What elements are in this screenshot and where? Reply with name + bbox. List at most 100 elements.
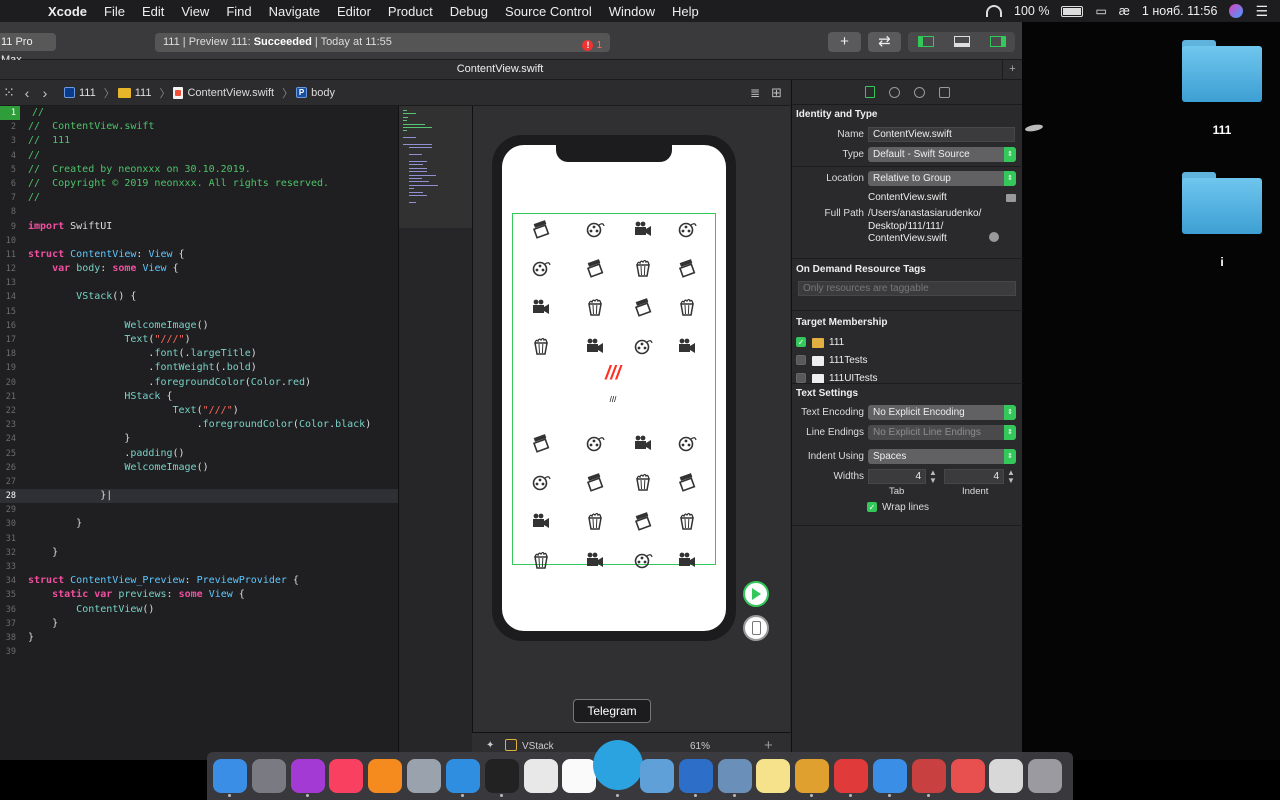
code-line[interactable]: 32 } [0,546,398,560]
library-button[interactable]: + [828,32,861,52]
code-line[interactable]: 14 VStack() { [0,290,398,304]
wifi-icon[interactable] [986,5,1002,17]
file-inspector-tab-icon[interactable] [864,86,875,98]
dock-ia-writer-icon[interactable] [562,759,597,793]
indent-using-popup[interactable]: Spaces ⇕ [868,449,1016,464]
code-line[interactable]: 12 var body: some View { [0,262,398,276]
dock-virtualbox-icon[interactable] [717,759,752,793]
notification-center-icon[interactable]: ☰ [1255,3,1268,20]
dock-finder-icon[interactable] [213,759,247,793]
back-icon[interactable]: ‹ [18,85,36,101]
navigator-toggle-icon[interactable] [918,36,934,47]
code-line[interactable]: 1 // [0,106,398,121]
name-field[interactable]: ContentView.swift [868,127,1015,142]
siri-icon[interactable] [1229,4,1244,18]
code-line[interactable]: 9 import SwiftUI [0,220,398,234]
desktop-folder-i[interactable] [1182,172,1262,234]
breadcrumb-group[interactable]: 111 [117,87,151,99]
code-line[interactable]: 4 // [0,149,398,163]
code-line[interactable]: 39 [0,645,398,659]
related-items-icon[interactable]: ⁙ [0,84,18,101]
scheme-device-selector[interactable]: 11 Pro Max [0,33,56,66]
dock-automator-icon[interactable] [407,759,442,793]
target-checkbox[interactable] [796,355,806,365]
tab-width-stepper[interactable]: ▲ ▼ [929,469,937,485]
dock-podcasts-icon[interactable] [290,759,325,793]
dock-xcode-icon[interactable] [445,759,480,793]
code-line[interactable]: 10 [0,234,398,248]
encoding-popup[interactable]: No Explicit Encoding ⇕ [868,405,1016,420]
dock-postman-icon[interactable] [911,759,946,793]
code-line[interactable]: 5 // Created by neonxxx on 30.10.2019. [0,163,398,177]
forward-icon[interactable]: › [36,85,54,101]
line-endings-popup[interactable]: No Explicit Line Endings ⇕ [868,425,1016,440]
clock[interactable]: 1 нояб. 11:56 [1142,4,1218,18]
live-preview-button[interactable] [743,581,769,607]
dock-preview-app-icon[interactable] [989,759,1024,793]
code-line[interactable]: 11 struct ContentView: View { [0,248,398,262]
code-line[interactable]: 36 ContentView() [0,603,398,617]
dock-things-icon[interactable] [678,759,713,793]
menu-find[interactable]: Find [226,4,251,19]
breadcrumb-symbol[interactable]: Pbody [296,87,335,99]
dock-launchpad-icon[interactable] [251,759,286,793]
menu-navigate[interactable]: Navigate [269,4,320,19]
target-checkbox[interactable] [796,373,806,383]
code-line[interactable]: 27 [0,475,398,489]
airplay-icon[interactable]: ▭ [1095,4,1106,18]
dock-grammarly-icon[interactable] [834,759,869,793]
editor-options-icon[interactable]: ≣ [750,86,760,100]
code-line[interactable]: 24 } [0,432,398,446]
menu-edit[interactable]: Edit [142,4,164,19]
code-line[interactable]: 16 WelcomeImage() [0,319,398,333]
code-line[interactable]: 19 .fontWeight(.bold) [0,361,398,375]
code-line[interactable]: 18 .font(.largeTitle) [0,347,398,361]
input-source[interactable]: æ [1119,4,1130,18]
wrap-lines-checkbox[interactable]: ✓ [867,502,877,512]
pin-icon[interactable]: ✦ [486,740,494,751]
code-line[interactable]: 6 // Copyright © 2019 neonxxx. All rights… [0,177,398,191]
code-line[interactable]: 21 HStack { [0,390,398,404]
code-line[interactable]: 34 struct ContentView_Preview: PreviewPro… [0,574,398,588]
preview-on-device-button[interactable] [743,615,769,641]
menu-help[interactable]: Help [672,4,699,19]
menu-app[interactable]: Xcode [48,4,87,19]
code-line[interactable]: 20 .foregroundColor(Color.red) [0,376,398,390]
indent-width-stepper[interactable]: ▲ ▼ [1007,469,1015,485]
menu-debug[interactable]: Debug [450,4,488,19]
dock-safari-icon[interactable] [872,759,907,793]
error-badge[interactable]: ! 1 [582,36,602,55]
dock-music-icon[interactable] [329,759,364,793]
code-line[interactable]: 30 } [0,517,398,531]
attributes-inspector-tab-icon[interactable] [938,86,950,98]
code-line[interactable]: 33 [0,560,398,574]
battery-icon[interactable] [1061,5,1084,17]
dock-photos-icon[interactable] [950,759,985,793]
dock-notes-icon[interactable] [756,759,791,793]
source-editor[interactable]: 1//2// ContentView.swift 3// 111 4//5// Cr… [0,106,398,760]
preview-screen[interactable]: /// /// [502,145,726,631]
new-tab-button[interactable]: + [1002,60,1022,79]
add-editor-icon[interactable]: ⊞ [771,85,782,101]
debug-area-toggle-icon[interactable] [954,36,970,47]
desktop-folder-111[interactable] [1182,40,1262,102]
indent-width-field[interactable]: 4 [944,469,1004,484]
dock-terminal-icon[interactable] [484,759,519,793]
code-line[interactable]: 7 // [0,191,398,205]
quick-help-tab-icon[interactable] [913,86,925,98]
breadcrumb-file[interactable]: ContentView.swift [173,86,274,99]
reveal-in-finder-icon[interactable] [989,232,999,242]
code-line[interactable]: 28 }| [0,489,398,504]
history-inspector-tab-icon[interactable] [888,86,900,98]
type-popup[interactable]: Default - Swift Source ⇕ [868,147,1016,162]
odr-tags-field[interactable]: Only resources are taggable [798,281,1016,296]
code-line[interactable]: 38} [0,631,398,645]
menu-product[interactable]: Product [388,4,433,19]
location-popup[interactable]: Relative to Group ⇕ [868,171,1016,186]
breadcrumb-project[interactable]: 111 [64,87,96,99]
tab-width-field[interactable]: 4 [868,469,926,484]
dock-telegram-icon[interactable] [593,740,644,790]
code-line[interactable]: 13 [0,276,398,290]
inspector-toggle-icon[interactable] [990,36,1006,47]
target-checkbox[interactable]: ✓ [796,337,806,347]
